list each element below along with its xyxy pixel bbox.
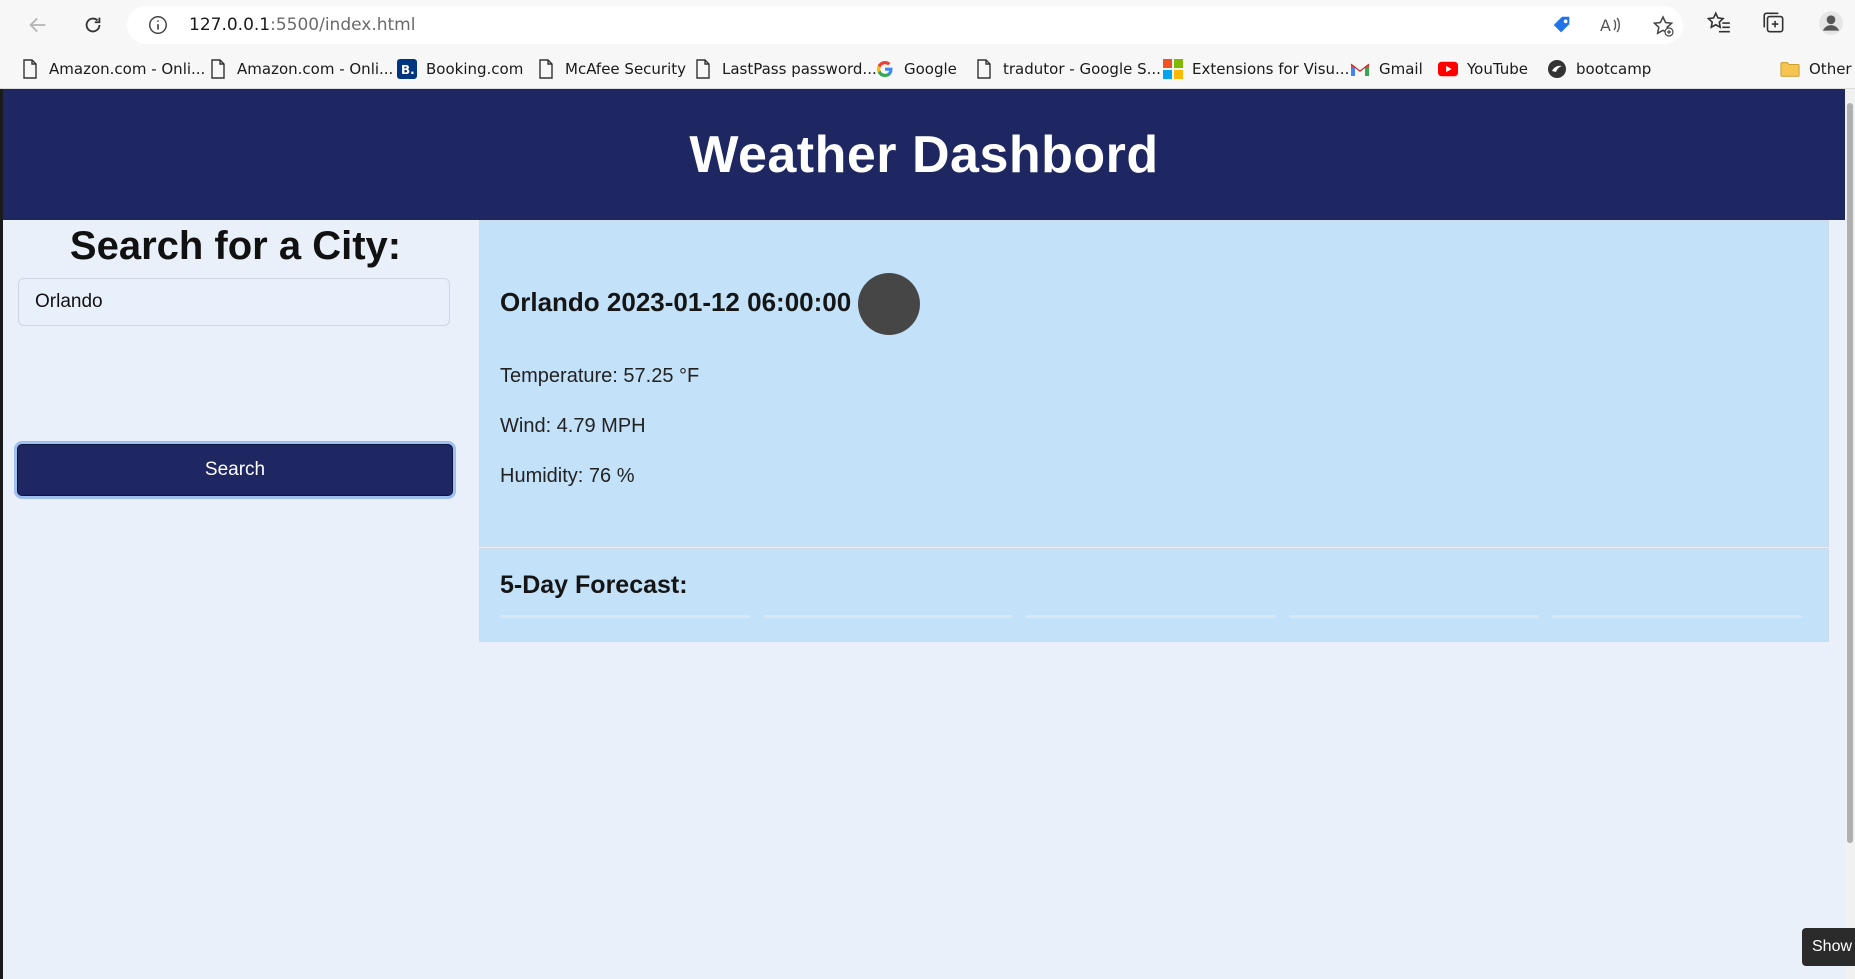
site-info-icon[interactable] [147, 14, 169, 40]
temperature-text: Temperature: 57.25 °F [500, 365, 700, 387]
microsoft-icon [1163, 59, 1183, 79]
bookmark-extensions[interactable]: Extensions for Visu... [1163, 57, 1349, 81]
page-icon [693, 59, 713, 79]
gmail-icon [1350, 59, 1370, 79]
bookmark-label: Other [1809, 60, 1852, 78]
bookmark-tradutor[interactable]: tradutor - Google S... [974, 57, 1161, 81]
collections-icon[interactable] [1761, 10, 1787, 40]
bookmark-label: McAfee Security [565, 60, 687, 78]
read-aloud-icon[interactable]: A [1599, 14, 1623, 40]
forecast-day-card [1289, 615, 1539, 618]
page-scrollbar[interactable] [1845, 89, 1855, 979]
url-host: 127.0.0.1 [189, 15, 271, 35]
page-title: Weather Dashbord [689, 125, 1159, 184]
bootcamp-icon [1547, 59, 1567, 79]
forecast-day-card [500, 615, 750, 618]
bookmark-booking[interactable]: B. Booking.com [397, 57, 523, 81]
show-tooltip-button[interactable]: Show [1802, 928, 1855, 966]
google-icon [875, 59, 895, 79]
page-icon [974, 59, 994, 79]
search-button[interactable]: Search [17, 444, 453, 496]
bookmark-amazon-1[interactable]: Amazon.com - Onli... [20, 57, 205, 81]
bookmark-label: YouTube [1467, 60, 1528, 78]
bookmark-label: Booking.com [426, 60, 524, 78]
current-weather-card: Orlando 2023-01-12 06:00:00 Temperature:… [479, 220, 1829, 547]
forecast-day-card [1552, 615, 1802, 618]
bookmark-label: Google [904, 60, 957, 78]
forecast-day-card [1026, 615, 1276, 618]
bookmark-label: Gmail [1379, 60, 1423, 78]
youtube-icon [1438, 59, 1458, 79]
forecast-day-card [763, 615, 1013, 618]
bookmark-lastpass[interactable]: LastPass password... [693, 57, 877, 81]
weather-icon [858, 273, 920, 335]
page-icon [20, 59, 40, 79]
url-path: :5500/index.html [270, 15, 416, 35]
folder-icon [1780, 59, 1800, 79]
page-header: Weather Dashbord [3, 89, 1845, 220]
page-content: Weather Dashbord Search for a City: Sear… [3, 89, 1845, 979]
bookmark-mcafee[interactable]: McAfee Security [536, 57, 686, 81]
add-favorite-icon[interactable] [1651, 14, 1675, 42]
search-panel: Search for a City: Search [3, 220, 477, 979]
bookmark-bootcamp[interactable]: bootcamp [1547, 57, 1651, 81]
bookmark-label: Amazon.com - Onli... [237, 60, 394, 78]
svg-text:A: A [1600, 16, 1611, 35]
browser-toolbar: 127.0.0.1:5500/index.html A [0, 0, 1855, 49]
bookmarks-bar: Amazon.com - Onli... Amazon.com - Onli..… [0, 49, 1855, 89]
forecast-section: 5-Day Forecast: [479, 548, 1829, 642]
address-bar[interactable]: 127.0.0.1:5500/index.html A [127, 6, 1683, 44]
refresh-icon[interactable] [76, 8, 110, 42]
scrollbar-thumb[interactable] [1847, 103, 1853, 843]
humidity-text: Humidity: 76 % [500, 465, 635, 487]
wind-text: Wind: 4.79 MPH [500, 415, 646, 437]
bookmark-label: bootcamp [1576, 60, 1652, 78]
current-weather-title: Orlando 2023-01-12 06:00:00 [500, 287, 852, 317]
profile-icon[interactable] [1818, 10, 1844, 40]
favorites-icon[interactable] [1706, 10, 1732, 40]
page-icon [536, 59, 556, 79]
city-search-input[interactable] [18, 278, 450, 326]
bookmark-amazon-2[interactable]: Amazon.com - Onli... [208, 57, 393, 81]
bookmark-gmail[interactable]: Gmail [1350, 57, 1423, 81]
page-icon [208, 59, 228, 79]
forecast-heading: 5-Day Forecast: [500, 571, 688, 599]
search-heading: Search for a City: [69, 224, 402, 268]
bookmark-label: Extensions for Visu... [1192, 60, 1350, 78]
back-arrow-icon[interactable] [21, 8, 55, 42]
url-text[interactable]: 127.0.0.1:5500/index.html [189, 15, 415, 35]
bookmark-label: tradutor - Google S... [1003, 60, 1161, 78]
booking-icon: B. [397, 59, 417, 79]
bookmark-label: LastPass password... [722, 60, 877, 78]
bookmark-youtube[interactable]: YouTube [1438, 57, 1528, 81]
bookmark-label: Amazon.com - Onli... [49, 60, 206, 78]
bookmark-other-folder[interactable]: Other [1780, 57, 1852, 81]
svg-text:B.: B. [401, 63, 415, 77]
tag-icon[interactable] [1551, 14, 1573, 40]
bookmark-google[interactable]: Google [875, 57, 957, 81]
